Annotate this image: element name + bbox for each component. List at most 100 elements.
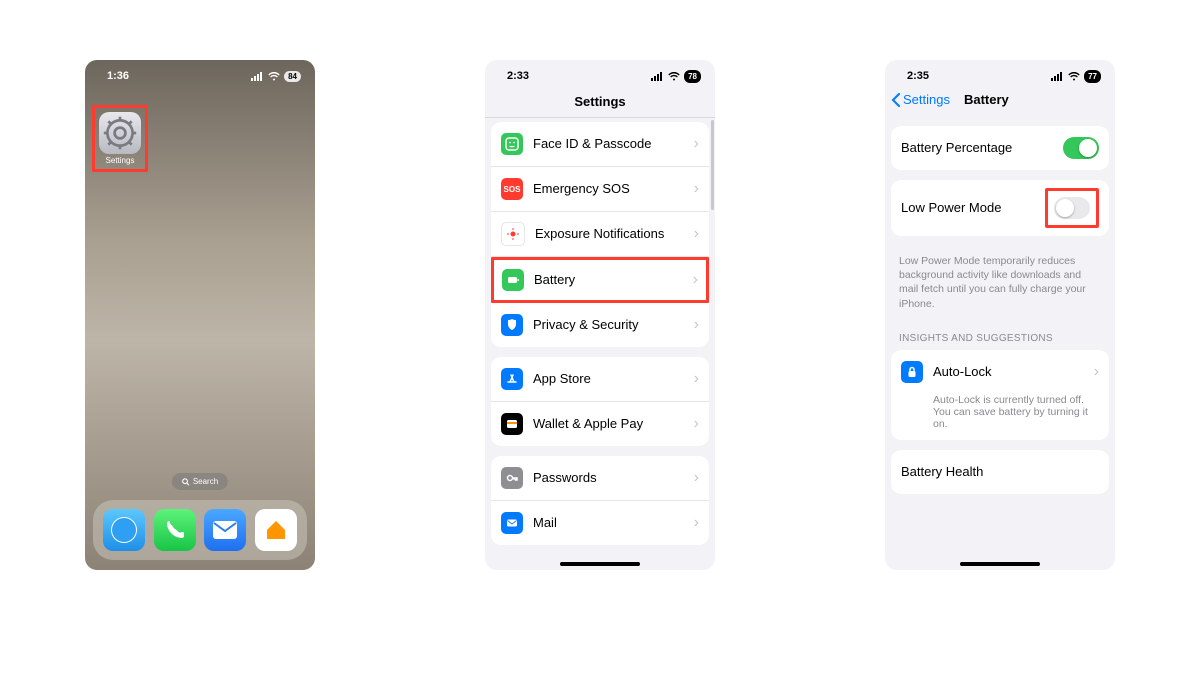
screenshot-settings-list: 2:33 78 Settings Face ID & Passcode › SO… (485, 60, 715, 570)
nav-title: Battery (964, 92, 1009, 107)
battery-health-group: Battery Health (891, 450, 1109, 494)
chevron-right-icon: › (694, 469, 699, 487)
settings-group-1: Face ID & Passcode › SOS Emergency SOS ›… (491, 122, 709, 347)
row-label: Mail (533, 515, 694, 531)
phone-app-icon[interactable] (154, 509, 196, 551)
mail-row-icon (501, 512, 523, 534)
autolock-description: Auto-Lock is currently turned off. You c… (891, 394, 1109, 440)
mail-app-icon[interactable] (204, 509, 246, 551)
row-label: Emergency SOS (533, 181, 694, 197)
row-label: Auto-Lock (933, 364, 1094, 380)
chevron-right-icon: › (694, 514, 699, 532)
settings-app-label: Settings (99, 156, 141, 165)
signal-icon (651, 72, 664, 81)
safari-app-icon[interactable] (103, 509, 145, 551)
gear-icon (102, 115, 138, 151)
envelope-icon (212, 520, 238, 540)
low-power-mode-group: Low Power Mode (891, 180, 1109, 236)
settings-app-highlighted: Settings (92, 105, 148, 172)
row-label: Privacy & Security (533, 317, 694, 333)
row-label: App Store (533, 371, 694, 387)
settings-row-sos[interactable]: SOS Emergency SOS › (491, 167, 709, 212)
settings-group-2: App Store › Wallet & Apple Pay › (491, 357, 709, 446)
signal-icon (251, 72, 264, 81)
signal-icon (1051, 72, 1064, 81)
sos-icon: SOS (501, 178, 523, 200)
chevron-left-icon (891, 93, 901, 107)
scrollbar[interactable] (711, 120, 714, 210)
row-label: Low Power Mode (901, 200, 1045, 216)
battery-pill: 77 (1084, 70, 1101, 83)
battery-percentage-group: Battery Percentage (891, 126, 1109, 170)
low-power-mode-description: Low Power Mode temporarily reduces backg… (885, 246, 1115, 319)
exposure-icon (501, 222, 525, 246)
home-indicator[interactable] (960, 562, 1040, 566)
wifi-icon (1068, 72, 1080, 81)
low-power-mode-row: Low Power Mode (891, 180, 1109, 236)
insights-section-header: INSIGHTS AND SUGGESTIONS (885, 319, 1115, 348)
settings-row-exposure[interactable]: Exposure Notifications › (491, 212, 709, 257)
low-power-mode-toggle-highlighted (1045, 188, 1099, 228)
battery-percentage-row: Battery Percentage (891, 126, 1109, 170)
nav-bar: Settings Battery (885, 88, 1115, 116)
house-icon (263, 517, 289, 543)
status-time: 1:36 (107, 70, 129, 82)
nav-title: Settings (485, 88, 715, 118)
low-power-mode-toggle[interactable] (1054, 197, 1090, 219)
lock-icon (901, 361, 923, 383)
settings-row-wallet[interactable]: Wallet & Apple Pay › (491, 402, 709, 446)
dock (93, 500, 307, 560)
status-icons: 77 (1051, 70, 1101, 83)
autolock-row[interactable]: Auto-Lock › (891, 350, 1109, 394)
privacy-icon (501, 314, 523, 336)
settings-row-passwords[interactable]: Passwords › (491, 456, 709, 501)
search-label: Search (193, 477, 218, 486)
status-bar: 2:33 78 (485, 60, 715, 88)
settings-row-mail[interactable]: Mail › (491, 501, 709, 545)
status-icons: 78 (651, 70, 701, 83)
chevron-right-icon: › (694, 180, 699, 198)
row-label: Wallet & Apple Pay (533, 416, 694, 432)
faceid-icon (501, 133, 523, 155)
battery-pill: 78 (684, 70, 701, 83)
settings-row-battery-highlighted[interactable]: Battery › (491, 257, 709, 303)
chevron-right-icon: › (694, 316, 699, 334)
screenshot-home-screen: 1:36 84 Settings Search (85, 60, 315, 570)
search-icon (182, 478, 190, 486)
wifi-icon (668, 72, 680, 81)
battery-health-row[interactable]: Battery Health (891, 450, 1109, 494)
screenshot-battery-page: 2:35 77 Settings Battery Battery Percent… (885, 60, 1115, 570)
row-label: Face ID & Passcode (533, 136, 694, 152)
chevron-right-icon: › (694, 415, 699, 433)
settings-row-appstore[interactable]: App Store › (491, 357, 709, 402)
battery-pill: 84 (284, 71, 301, 82)
settings-row-privacy[interactable]: Privacy & Security › (491, 303, 709, 347)
home-app-icon[interactable] (255, 509, 297, 551)
passwords-icon (501, 467, 523, 489)
row-label: Battery (534, 272, 693, 288)
row-label: Passwords (533, 470, 694, 486)
chevron-right-icon: › (694, 135, 699, 153)
compass-icon (109, 515, 139, 545)
spotlight-search-pill[interactable]: Search (172, 473, 228, 490)
settings-row-faceid[interactable]: Face ID & Passcode › (491, 122, 709, 167)
battery-icon (502, 269, 524, 291)
chevron-right-icon: › (693, 271, 698, 289)
home-indicator[interactable] (560, 562, 640, 566)
settings-app-icon[interactable] (99, 112, 141, 154)
row-label: Battery Health (901, 464, 1099, 480)
appstore-icon (501, 368, 523, 390)
status-bar: 1:36 84 (85, 60, 315, 88)
chevron-right-icon: › (694, 370, 699, 388)
settings-group-3: Passwords › Mail › (491, 456, 709, 545)
insights-group: Auto-Lock › Auto-Lock is currently turne… (891, 350, 1109, 440)
back-button[interactable]: Settings (891, 92, 950, 107)
chevron-right-icon: › (694, 225, 699, 243)
status-time: 2:35 (907, 70, 929, 82)
row-label: Battery Percentage (901, 140, 1063, 156)
status-icons: 84 (251, 71, 301, 82)
chevron-right-icon: › (1094, 363, 1099, 381)
row-label: Exposure Notifications (535, 226, 694, 242)
battery-percentage-toggle[interactable] (1063, 137, 1099, 159)
back-label: Settings (903, 92, 950, 107)
